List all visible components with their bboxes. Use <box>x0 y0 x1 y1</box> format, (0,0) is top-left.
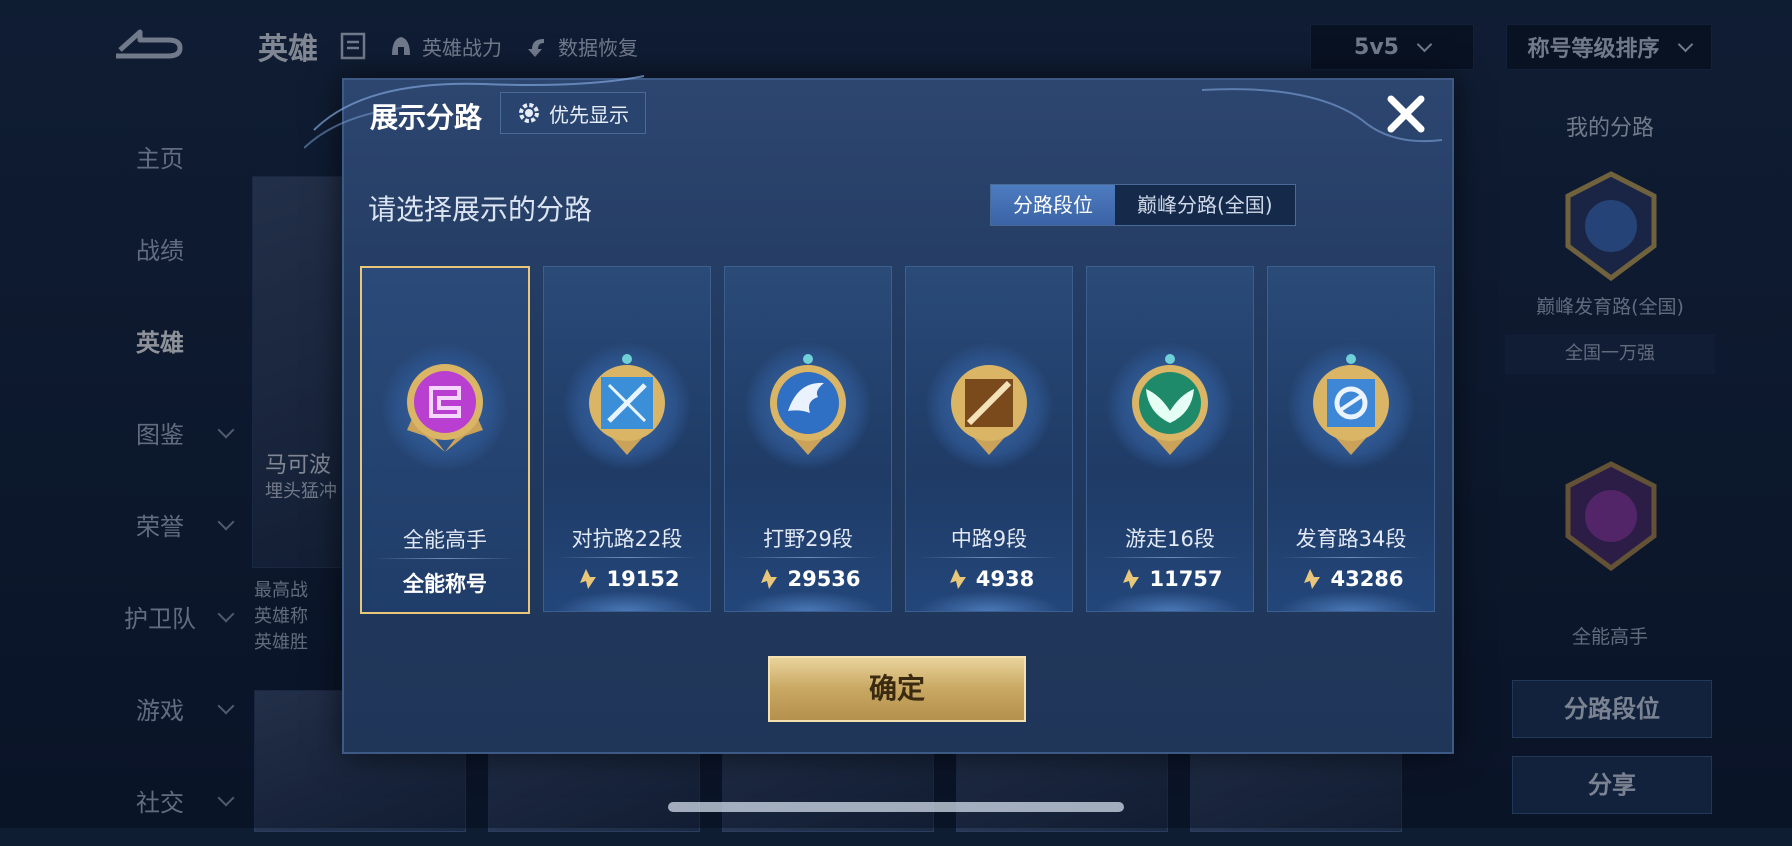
lane-name: 中路9段 <box>950 527 1028 551</box>
card-glow <box>1097 591 1243 611</box>
lane-card-farm[interactable]: 发育路34段 43286 <box>1267 266 1435 612</box>
card-divider <box>737 557 879 558</box>
lane-score: 43286 <box>1268 567 1434 591</box>
lane-display-dialog: 展示分路 优先显示 请选择展示的分路 分路段位 巅峰分路(全国) 全能高手 全能… <box>304 75 1454 754</box>
card-glow <box>1278 591 1424 611</box>
close-icon[interactable] <box>1382 90 1430 138</box>
select-prompt: 请选择展示的分路 <box>368 193 593 226</box>
jungle-badge-icon <box>770 354 846 455</box>
card-glow <box>735 591 881 611</box>
priority-display-button[interactable]: 优先显示 <box>500 92 646 134</box>
power-icon <box>1304 569 1321 589</box>
lane-card-list: 全能高手 全能称号 对抗路22段 19152 打野29段 29536 中路9段 … <box>360 266 1435 614</box>
card-glow <box>916 591 1062 611</box>
lane-score: 29536 <box>725 567 891 591</box>
lane-score-value: 11757 <box>1149 567 1223 591</box>
card-glow <box>554 591 700 611</box>
power-icon <box>580 569 597 589</box>
mid-lane-badge-icon <box>951 365 1027 455</box>
card-divider <box>556 557 698 558</box>
tab-lane-rank[interactable]: 分路段位 <box>991 185 1115 225</box>
lane-card-clash[interactable]: 对抗路22段 19152 <box>543 266 711 612</box>
card-divider <box>1280 557 1422 558</box>
card-divider <box>1099 557 1241 558</box>
priority-display-label: 优先显示 <box>549 102 629 127</box>
lane-tab-group: 分路段位 巅峰分路(全国) <box>990 184 1296 226</box>
card-divider <box>374 558 516 559</box>
lane-score: 4938 <box>906 567 1072 591</box>
lane-score: 11757 <box>1087 567 1253 591</box>
lane-name: 全能高手 <box>403 528 487 552</box>
farm-lane-badge-icon <box>1313 354 1389 455</box>
lane-score: 19152 <box>544 567 710 591</box>
home-indicator[interactable] <box>668 802 1124 812</box>
allround-title-text: 全能称号 <box>403 572 487 596</box>
power-icon <box>1123 569 1140 589</box>
lane-card-jungle[interactable]: 打野29段 29536 <box>724 266 892 612</box>
confirm-button[interactable]: 确定 <box>768 656 1026 722</box>
allround-badge-icon <box>407 364 483 452</box>
lane-name: 对抗路22段 <box>571 527 683 551</box>
roam-badge-icon <box>1132 354 1208 455</box>
lane-card-roam[interactable]: 游走16段 11757 <box>1086 266 1254 612</box>
lane-score-value: 19152 <box>606 567 680 591</box>
power-icon <box>761 569 778 589</box>
power-icon <box>949 569 966 589</box>
clash-lane-badge-icon <box>589 354 665 455</box>
dialog-title: 展示分路 <box>370 101 483 134</box>
lane-score: 全能称号 <box>362 568 528 598</box>
lane-score-value: 43286 <box>1330 567 1404 591</box>
lane-score-value: 4938 <box>975 567 1035 591</box>
tab-peak-lane-national[interactable]: 巅峰分路(全国) <box>1115 185 1295 225</box>
card-divider <box>918 557 1060 558</box>
lane-name: 打野29段 <box>763 527 853 551</box>
lane-card-mid[interactable]: 中路9段 4938 <box>905 266 1073 612</box>
lane-name: 游走16段 <box>1125 527 1215 551</box>
gear-icon <box>519 103 539 123</box>
lane-score-value: 29536 <box>787 567 861 591</box>
lane-name: 发育路34段 <box>1295 527 1407 551</box>
lane-card-allround[interactable]: 全能高手 全能称号 <box>360 266 530 614</box>
